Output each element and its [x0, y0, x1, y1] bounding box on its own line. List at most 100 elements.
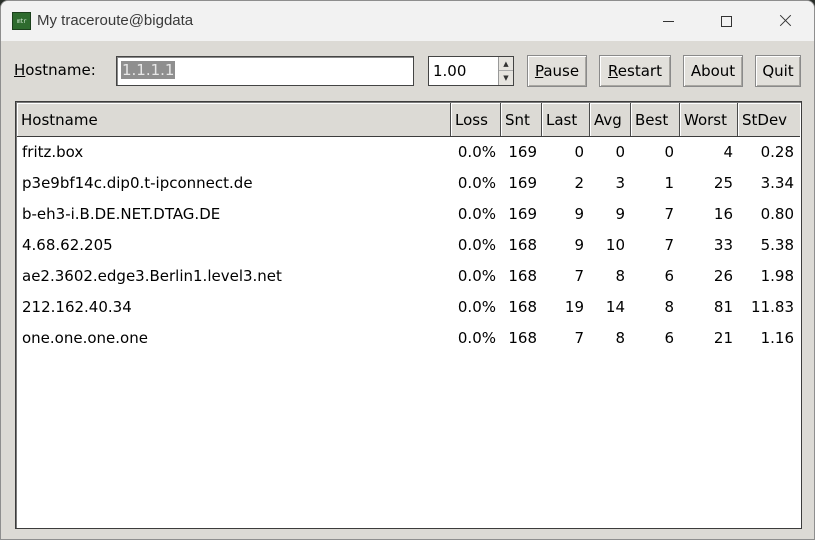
- hop-loss: 0.0%: [457, 174, 496, 192]
- mtr-app-icon: mtr: [12, 12, 31, 30]
- hostname-input[interactable]: 1.1.1.1: [116, 56, 414, 86]
- pause-button-label: Pause: [534, 62, 580, 80]
- column-header-loss[interactable]: Loss: [451, 103, 501, 136]
- about-button-label: About: [690, 62, 736, 80]
- hop-worst: 33: [713, 236, 733, 254]
- table-row[interactable]: 4.68.62.205 0.0% 168 9 10 7 33 5.38: [17, 230, 800, 261]
- column-header-snt[interactable]: Snt: [501, 103, 542, 136]
- spin-up-icon[interactable]: ▲: [499, 57, 513, 71]
- hop-worst: 4: [723, 143, 733, 161]
- hop-hostname: fritz.box: [22, 143, 84, 161]
- hostname-label-mnemonic: H: [14, 61, 26, 79]
- hop-stdev: 1.98: [760, 267, 794, 285]
- hop-best: 0: [664, 143, 674, 161]
- hop-best: 7: [664, 205, 674, 223]
- hop-snt: 168: [508, 267, 537, 285]
- hop-hostname: one.one.one.one: [22, 329, 148, 347]
- hop-avg: 10: [605, 236, 625, 254]
- column-header-hostname[interactable]: Hostname: [17, 103, 451, 136]
- hop-worst: 81: [713, 298, 733, 316]
- close-button[interactable]: [756, 1, 814, 41]
- window-title: My traceroute@bigdata: [37, 12, 194, 29]
- hop-loss: 0.0%: [457, 267, 496, 285]
- interval-spinbox[interactable]: 1.00 ▲ ▼: [428, 56, 514, 86]
- hop-loss: 0.0%: [457, 236, 496, 254]
- spin-down-icon[interactable]: ▼: [499, 71, 513, 84]
- hop-worst: 21: [713, 329, 733, 347]
- hop-best: 6: [664, 267, 674, 285]
- hop-hostname: p3e9bf14c.dip0.t-ipconnect.de: [22, 174, 253, 192]
- table-row[interactable]: one.one.one.one 0.0% 168 7 8 6 21 1.16: [17, 323, 800, 354]
- hop-loss: 0.0%: [457, 298, 496, 316]
- hop-snt: 169: [508, 205, 537, 223]
- hop-snt: 169: [508, 174, 537, 192]
- hop-avg: 14: [605, 298, 625, 316]
- table-row[interactable]: p3e9bf14c.dip0.t-ipconnect.de 0.0% 169 2 3 1 2…: [17, 168, 800, 199]
- minimize-icon: [662, 20, 674, 22]
- hop-hostname: ae2.3602.edge3.Berlin1.level3.net: [22, 267, 282, 285]
- hop-stdev: 3.34: [760, 174, 794, 192]
- close-icon: [778, 14, 792, 28]
- table-row[interactable]: ae2.3602.edge3.Berlin1.level3.net 0.0% 168…: [17, 261, 800, 292]
- hop-best: 7: [664, 236, 674, 254]
- hop-last: 0: [574, 143, 584, 161]
- hop-worst: 26: [713, 267, 733, 285]
- hop-avg: 8: [615, 267, 625, 285]
- hop-best: 8: [664, 298, 674, 316]
- quit-button-label: Quit: [762, 62, 794, 80]
- table-row[interactable]: b-eh3-i.B.DE.NET.DTAG.DE 0.0% 169 9 9 7 16 0.80: [17, 199, 800, 230]
- toolbar: Hostname: 1.1.1.1 1.00 ▲ ▼ Pause Restart…: [1, 41, 814, 97]
- interval-spin-buttons: ▲ ▼: [498, 57, 513, 85]
- hop-stdev: 0.80: [760, 205, 794, 223]
- about-button[interactable]: About: [683, 55, 743, 87]
- hop-worst: 16: [713, 205, 733, 223]
- hop-avg: 0: [615, 143, 625, 161]
- table-row[interactable]: 212.162.40.34 0.0% 168 19 14 8 81 11.83: [17, 292, 800, 323]
- pause-button[interactable]: Pause: [527, 55, 587, 87]
- hop-avg: 8: [615, 329, 625, 347]
- hop-loss: 0.0%: [457, 329, 496, 347]
- maximize-icon: [720, 15, 732, 27]
- column-header-avg[interactable]: Avg: [590, 103, 631, 136]
- hop-snt: 168: [508, 236, 537, 254]
- hop-stdev: 1.16: [760, 329, 794, 347]
- quit-button[interactable]: Quit: [755, 55, 801, 87]
- column-header-last[interactable]: Last: [542, 103, 590, 136]
- hop-hostname: 4.68.62.205: [22, 236, 113, 254]
- hop-best: 6: [664, 329, 674, 347]
- column-header-stdev[interactable]: StDev: [738, 103, 800, 136]
- hop-hostname: b-eh3-i.B.DE.NET.DTAG.DE: [22, 205, 221, 223]
- hop-last: 2: [574, 174, 584, 192]
- maximize-button[interactable]: [697, 1, 755, 41]
- hops-table[interactable]: Hostname Loss Snt Last Avg Best Worst St…: [15, 101, 802, 529]
- title-bar[interactable]: mtr My traceroute@bigdata: [1, 1, 814, 41]
- hop-hostname: 212.162.40.34: [22, 298, 132, 316]
- interval-value: 1.00: [433, 62, 467, 80]
- hop-loss: 0.0%: [457, 143, 496, 161]
- hop-stdev: 11.83: [751, 298, 794, 316]
- hop-last: 19: [564, 298, 584, 316]
- column-header-best[interactable]: Best: [631, 103, 680, 136]
- hop-last: 9: [574, 236, 584, 254]
- minimize-button[interactable]: [639, 1, 697, 41]
- hop-last: 9: [574, 205, 584, 223]
- hostname-label-rest: ostname:: [25, 61, 96, 79]
- table-header: Hostname Loss Snt Last Avg Best Worst St…: [17, 103, 800, 137]
- restart-button-label: Restart: [608, 62, 662, 80]
- hop-snt: 169: [508, 143, 537, 161]
- hop-worst: 25: [713, 174, 733, 192]
- hop-last: 7: [574, 267, 584, 285]
- hop-stdev: 0.28: [760, 143, 794, 161]
- hostname-label: Hostname:: [14, 61, 96, 79]
- app-window: mtr My traceroute@bigdata Hostname: 1.1.…: [0, 0, 815, 540]
- hop-last: 7: [574, 329, 584, 347]
- hop-snt: 168: [508, 298, 537, 316]
- column-header-worst[interactable]: Worst: [680, 103, 738, 136]
- hostname-input-value: 1.1.1.1: [121, 61, 176, 79]
- restart-button[interactable]: Restart: [599, 55, 671, 87]
- hop-loss: 0.0%: [457, 205, 496, 223]
- hop-snt: 168: [508, 329, 537, 347]
- hop-avg: 3: [615, 174, 625, 192]
- table-row[interactable]: fritz.box 0.0% 169 0 0 0 4 0.28: [17, 137, 800, 168]
- hop-stdev: 5.38: [760, 236, 794, 254]
